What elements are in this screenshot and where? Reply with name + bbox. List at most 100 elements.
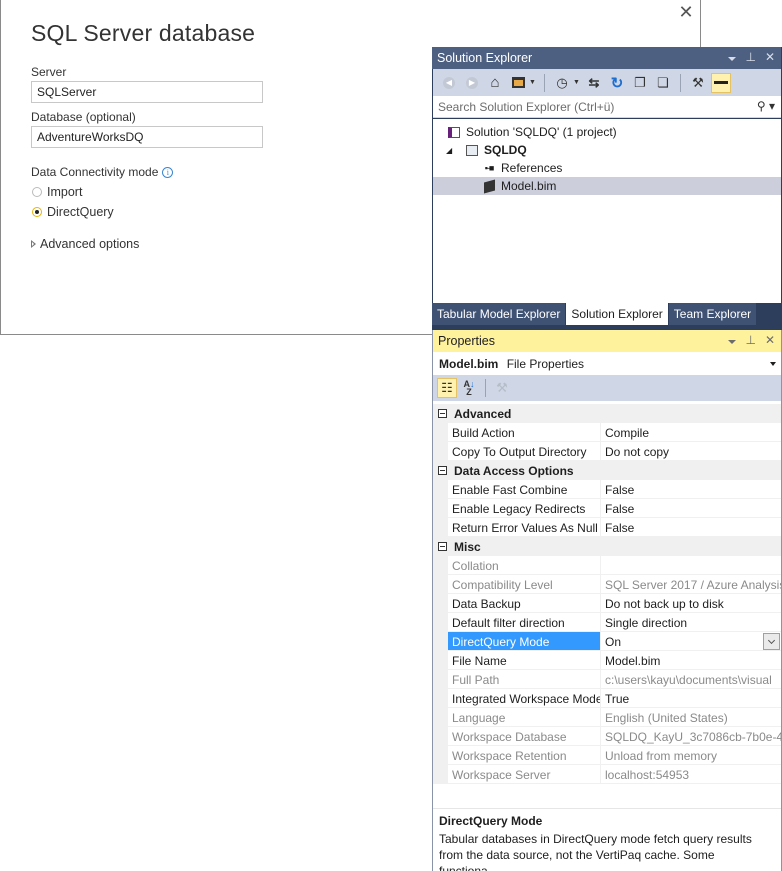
switch-views-icon[interactable] — [508, 73, 528, 93]
property-value-text: Do not back up to disk — [605, 597, 724, 611]
pin-icon[interactable]: ⊥ — [745, 50, 755, 64]
solution-explorer-toolbar: ◀ ▶ ⌂ ▼ ◷ ▼ ⇆ ↻ ❐ ❏ ⚒ — [433, 69, 781, 96]
property-name[interactable]: Enable Legacy Redirects — [448, 499, 601, 518]
tree-item-solution[interactable]: Solution 'SQLDQ' (1 project) — [433, 123, 781, 141]
property-row[interactable]: File Name Model.bim — [433, 651, 781, 670]
property-value[interactable]: False — [601, 480, 781, 499]
property-row[interactable]: Enable Fast Combine False — [433, 480, 781, 499]
property-value[interactable]: Do not back up to disk — [601, 594, 781, 613]
property-value[interactable]: False — [601, 518, 781, 537]
property-row[interactable]: Workspace Server localhost:54953 — [433, 765, 781, 784]
category-header[interactable]: Data Access Options — [433, 461, 781, 480]
database-label: Database (optional) — [31, 110, 136, 124]
property-name[interactable]: Full Path — [448, 670, 601, 689]
property-row[interactable]: Build Action Compile — [433, 423, 781, 442]
database-input[interactable] — [31, 126, 263, 148]
property-value[interactable]: Single direction — [601, 613, 781, 632]
object-name: Model.bim — [439, 357, 499, 371]
preview-selected-items-icon[interactable] — [711, 72, 731, 93]
property-name[interactable]: Workspace Database — [448, 727, 601, 746]
solution-explorer-title: Solution Explorer — [437, 51, 533, 65]
tree-item-references[interactable]: ▪-■ References — [433, 159, 781, 177]
search-icon[interactable]: ⚲ ▾ — [757, 99, 775, 113]
property-value[interactable]: False — [601, 499, 781, 518]
property-name[interactable]: Collation — [448, 556, 601, 575]
tab-solution-explorer[interactable]: Solution Explorer — [566, 303, 668, 325]
property-row[interactable]: Enable Legacy Redirects False — [433, 499, 781, 518]
switch-views-dropdown-icon[interactable]: ▼ — [529, 79, 537, 86]
solution-explorer-search[interactable]: Search Solution Explorer (Ctrl+ü) ⚲ ▾ — [433, 96, 781, 118]
property-row[interactable]: Collation — [433, 556, 781, 575]
refresh-icon[interactable]: ↻ — [607, 73, 627, 93]
tree-item-project[interactable]: ◢ SQLDQ — [433, 141, 781, 159]
category-header[interactable]: Advanced — [433, 404, 781, 423]
pin-icon[interactable]: ⊥ — [745, 333, 755, 347]
property-name[interactable]: Default filter direction — [448, 613, 601, 632]
property-name[interactable]: Data Backup — [448, 594, 601, 613]
property-pages-icon[interactable]: ⚒ — [492, 378, 512, 398]
object-selector[interactable]: Model.bim File Properties — [433, 352, 781, 375]
property-value[interactable]: True — [601, 689, 781, 708]
property-row[interactable]: Workspace Retention Unload from memory — [433, 746, 781, 765]
property-name[interactable]: Enable Fast Combine — [448, 480, 601, 499]
properties-wrench-icon[interactable]: ⚒ — [688, 73, 708, 93]
close-icon[interactable]: ✕ — [765, 333, 775, 347]
property-name[interactable]: Copy To Output Directory — [448, 442, 601, 461]
advanced-options-label: Advanced options — [40, 237, 140, 251]
tree-item-model-bim[interactable]: Model.bim — [433, 177, 781, 195]
property-row[interactable]: Full Path c:\users\kayu\documents\visual — [433, 670, 781, 689]
pending-changes-icon[interactable]: ◷ — [552, 73, 572, 93]
property-name[interactable]: Workspace Server — [448, 765, 601, 784]
property-value[interactable]: On — [601, 632, 781, 651]
info-icon[interactable]: i — [162, 167, 174, 179]
property-name[interactable]: Language — [448, 708, 601, 727]
close-icon[interactable]: ✕ — [678, 4, 694, 22]
expanded-arrow-icon[interactable]: ◢ — [446, 146, 464, 155]
property-name[interactable]: File Name — [448, 651, 601, 670]
property-value[interactable]: Do not copy — [601, 442, 781, 461]
property-row[interactable]: Data Backup Do not back up to disk — [433, 594, 781, 613]
pending-changes-dropdown-icon[interactable]: ▼ — [573, 79, 581, 86]
property-name[interactable]: Build Action — [448, 423, 601, 442]
property-value-text: c:\users\kayu\documents\visual — [605, 673, 772, 687]
property-row[interactable]: Workspace Database SQLDQ_KayU_3c7086cb-7b… — [433, 727, 781, 746]
collapse-icon[interactable] — [438, 466, 447, 475]
category-header[interactable]: Misc — [433, 537, 781, 556]
sync-icon[interactable]: ⇆ — [584, 73, 604, 93]
property-name[interactable]: Compatibility Level — [448, 575, 601, 594]
property-value: SQLDQ_KayU_3c7086cb-7b0e-422 — [601, 727, 781, 746]
property-row[interactable]: Return Error Values As Null False — [433, 518, 781, 537]
collapse-icon[interactable] — [438, 542, 447, 551]
value-dropdown-button[interactable] — [763, 633, 780, 650]
server-input[interactable] — [31, 81, 263, 103]
advanced-options-toggle[interactable]: Advanced options — [31, 237, 139, 251]
property-name[interactable]: Integrated Workspace Mode — [448, 689, 601, 708]
home-icon[interactable]: ⌂ — [485, 73, 505, 93]
property-row[interactable]: Default filter direction Single direction — [433, 613, 781, 632]
property-row[interactable]: Language English (United States) — [433, 708, 781, 727]
property-value[interactable]: Model.bim — [601, 651, 781, 670]
property-name[interactable]: Workspace Retention — [448, 746, 601, 765]
collapse-all-icon[interactable]: ❐ — [630, 73, 650, 93]
categorized-icon[interactable]: ☷ — [437, 378, 457, 398]
tab-team-explorer[interactable]: Team Explorer — [668, 303, 757, 325]
window-dropdown-icon[interactable] — [728, 333, 737, 347]
collapse-icon[interactable] — [438, 409, 447, 418]
tab-tabular-model-explorer[interactable]: Tabular Model Explorer — [432, 303, 566, 325]
property-row[interactable]: Integrated Workspace Mode True — [433, 689, 781, 708]
property-name[interactable]: DirectQuery Mode — [448, 632, 601, 651]
window-dropdown-icon[interactable] — [728, 50, 737, 64]
object-dropdown-icon[interactable] — [770, 362, 776, 366]
property-row[interactable]: DirectQuery Mode On — [433, 632, 781, 651]
property-name[interactable]: Return Error Values As Null — [448, 518, 601, 537]
forward-icon[interactable]: ▶ — [462, 73, 482, 93]
import-radio[interactable]: Import — [32, 185, 82, 199]
back-icon[interactable]: ◀ — [439, 73, 459, 93]
directquery-radio[interactable]: DirectQuery — [32, 205, 114, 219]
close-icon[interactable]: ✕ — [765, 50, 775, 64]
alphabetical-icon[interactable]: A↓ Z — [459, 378, 479, 398]
property-row[interactable]: Copy To Output Directory Do not copy — [433, 442, 781, 461]
show-all-files-icon[interactable]: ❏ — [653, 73, 673, 93]
property-row[interactable]: Compatibility Level SQL Server 2017 / Azu… — [433, 575, 781, 594]
property-value[interactable]: Compile — [601, 423, 781, 442]
